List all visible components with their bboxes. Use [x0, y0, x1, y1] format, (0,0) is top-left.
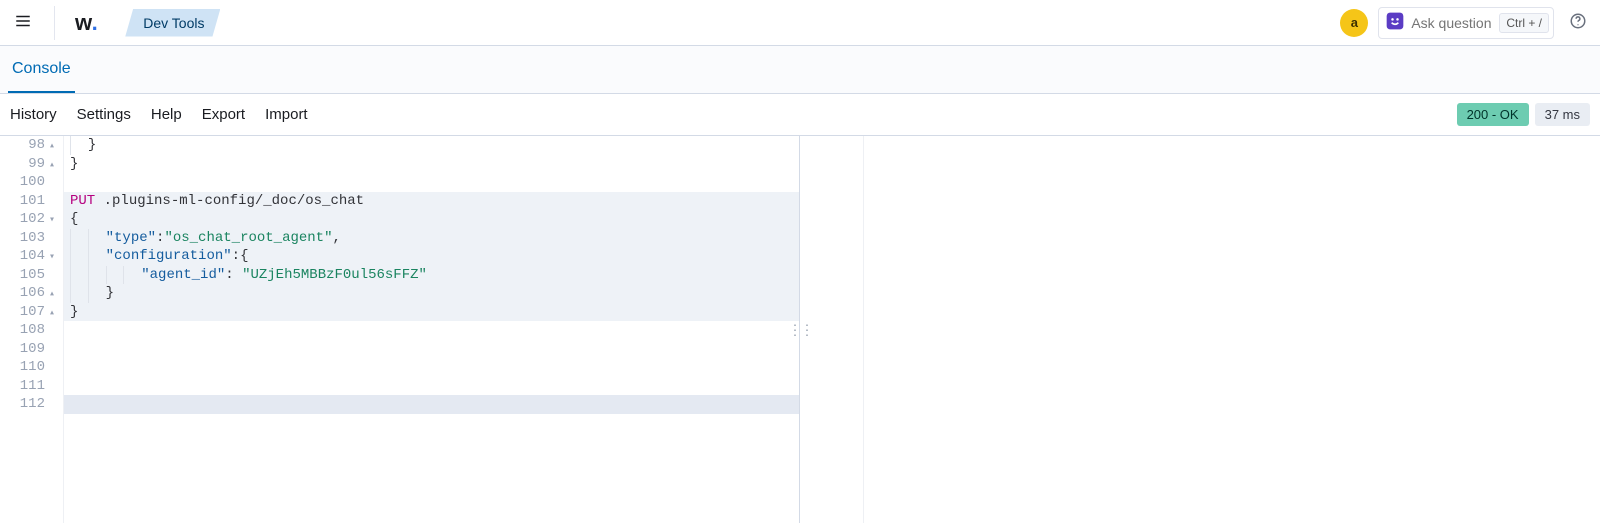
tab-console-label: Console — [12, 60, 71, 78]
topbar: w. Dev Tools a Ctrl + / — [0, 0, 1600, 46]
menu-history[interactable]: History — [10, 106, 57, 123]
code-line[interactable] — [64, 173, 799, 192]
code-line[interactable]: } — [64, 284, 799, 303]
code-line[interactable] — [64, 358, 799, 377]
brand-logo[interactable]: w. — [71, 10, 101, 36]
code-line[interactable] — [64, 321, 799, 340]
line-number: 108 — [0, 321, 57, 340]
ask-question-box[interactable]: Ctrl + / — [1378, 7, 1554, 39]
line-number: 99▴ — [0, 155, 57, 174]
code-line[interactable]: } — [64, 303, 799, 322]
code-line[interactable]: } — [64, 136, 799, 155]
tab-console[interactable]: Console — [8, 46, 75, 93]
code-line[interactable]: PUT .plugins-ml-config/_doc/os_chat — [64, 192, 799, 211]
line-number: 102▾ — [0, 210, 57, 229]
code-line[interactable] — [64, 377, 799, 396]
line-number: 98▴ — [0, 136, 57, 155]
line-number: 106▴ — [0, 284, 57, 303]
hamburger-menu-button[interactable] — [8, 8, 38, 38]
status-badge: 200 - OK — [1457, 103, 1529, 126]
menu-settings[interactable]: Settings — [77, 106, 131, 123]
subnav: Console — [0, 46, 1600, 94]
code-line[interactable]: } — [64, 155, 799, 174]
line-number: 103 — [0, 229, 57, 248]
code-line[interactable]: "agent_id": "UZjEh5MBBzF0ul56sFFZ" — [64, 266, 799, 285]
line-number: 109 — [0, 340, 57, 359]
menu-export[interactable]: Export — [202, 106, 245, 123]
avatar[interactable]: a — [1340, 9, 1368, 37]
menu-help[interactable]: Help — [151, 106, 182, 123]
request-editor[interactable]: 98▴99▴100101102▾103104▾105106▴107▴108109… — [0, 136, 800, 523]
code-line[interactable] — [64, 340, 799, 359]
response-editor[interactable] — [800, 136, 1600, 523]
code-line[interactable]: "type":"os_chat_root_agent", — [64, 229, 799, 248]
console-menubar: History Settings Help Export Import 200 … — [0, 94, 1600, 136]
editor-split: 98▴99▴100101102▾103104▾105106▴107▴108109… — [0, 136, 1600, 523]
line-number: 104▾ — [0, 247, 57, 266]
line-number: 101 — [0, 192, 57, 211]
divider — [54, 6, 55, 40]
breadcrumb-label: Dev Tools — [143, 15, 204, 31]
ask-question-input[interactable] — [1411, 15, 1493, 31]
code-line[interactable]: { — [64, 210, 799, 229]
line-number: 105 — [0, 266, 57, 285]
line-number: 110 — [0, 358, 57, 377]
avatar-letter: a — [1351, 15, 1358, 30]
response-time-badge: 37 ms — [1535, 103, 1590, 126]
brand-dot: . — [92, 10, 98, 36]
code-line[interactable]: "configuration":{ — [64, 247, 799, 266]
line-number: 100 — [0, 173, 57, 192]
menu-icon — [14, 12, 32, 33]
help-button[interactable] — [1564, 9, 1592, 37]
line-number: 112 — [0, 395, 57, 414]
menu-import[interactable]: Import — [265, 106, 308, 123]
line-number: 107▴ — [0, 303, 57, 322]
brand-letter: w — [75, 10, 92, 36]
assistant-icon — [1385, 11, 1405, 34]
ask-shortcut-hint: Ctrl + / — [1499, 13, 1549, 33]
breadcrumb-devtools[interactable]: Dev Tools — [125, 9, 220, 37]
help-icon — [1569, 12, 1587, 33]
line-number: 111 — [0, 377, 57, 396]
